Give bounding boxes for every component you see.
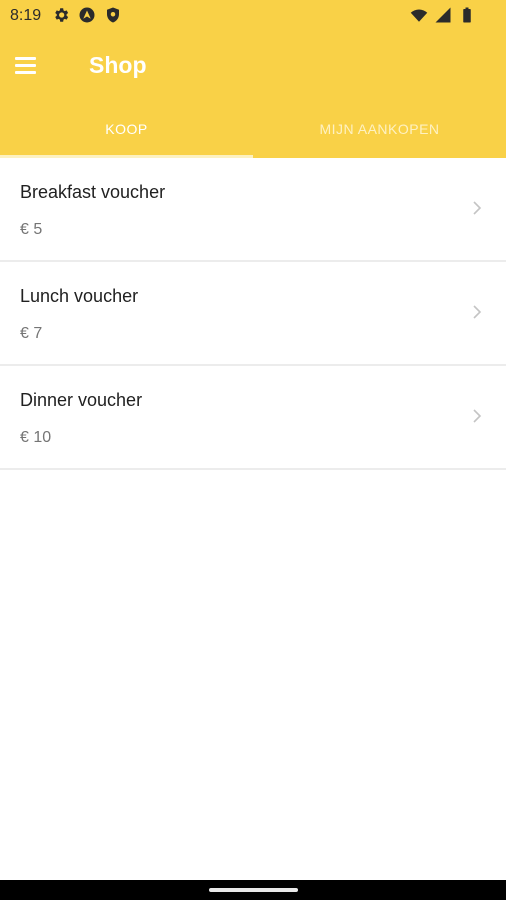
chevron-right-icon [473, 201, 482, 215]
chevron-right-icon [473, 305, 482, 319]
battery-icon [463, 7, 471, 23]
shield-icon [107, 7, 119, 23]
product-price: € 7 [20, 325, 43, 342]
status-icons-right [410, 6, 476, 24]
page-title: Shop [89, 52, 147, 78]
system-nav-bar [0, 880, 506, 900]
list-item-breakfast-voucher[interactable]: Breakfast voucher € 5 [0, 158, 506, 262]
tab-bar: KOOP MIJN AANKOPEN [0, 100, 506, 158]
status-bar: 8:19 [0, 0, 506, 32]
settings-icon [55, 8, 69, 22]
product-price: € 5 [20, 221, 43, 238]
nav-app-icon [79, 7, 95, 23]
product-name: Lunch voucher [20, 286, 139, 306]
tab-mijn-aankopen[interactable]: MIJN AANKOPEN [253, 100, 506, 158]
home-gesture-handle[interactable] [209, 888, 298, 892]
signal-icon [435, 7, 451, 23]
status-time: 8:19 [10, 7, 42, 24]
tab-koop[interactable]: KOOP [0, 100, 253, 158]
toolbar: Shop [0, 32, 506, 100]
tab-koop-label: KOOP [105, 121, 148, 137]
menu-icon[interactable] [14, 53, 38, 77]
wifi-icon [410, 9, 428, 22]
status-icons-left [52, 6, 122, 24]
product-name: Dinner voucher [20, 390, 143, 410]
tab-mijn-aankopen-label: MIJN AANKOPEN [319, 121, 440, 137]
product-price: € 10 [20, 429, 52, 446]
product-list: Breakfast voucher € 5 Lunch voucher € 7 … [0, 158, 506, 470]
list-item-lunch-voucher[interactable]: Lunch voucher € 7 [0, 262, 506, 366]
list-item-dinner-voucher[interactable]: Dinner voucher € 10 [0, 366, 506, 470]
product-name: Breakfast voucher [20, 182, 166, 202]
chevron-right-icon [473, 409, 482, 423]
app-header: 8:19 Shop KOOP MIJN AANKOPEN [0, 0, 506, 158]
